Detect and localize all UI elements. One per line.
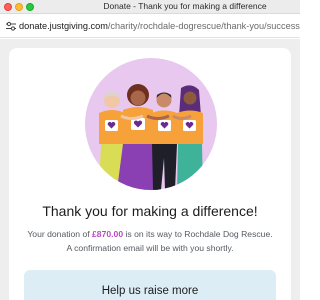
- donation-amount: £870.00: [92, 229, 124, 239]
- help-raise-more-panel: Help us raise more: [24, 270, 276, 300]
- zoom-window-button[interactable]: [26, 3, 34, 11]
- url-host: donate.justgiving.com: [19, 21, 108, 31]
- window-titlebar: Donate - Thank you for making a differen…: [0, 0, 300, 14]
- url-text[interactable]: donate.justgiving.com/charity/rochdale-d…: [19, 20, 304, 32]
- donation-message-start: Your donation of: [27, 229, 93, 239]
- help-raise-more-title: Help us raise more: [101, 285, 199, 297]
- site-settings-icon[interactable]: [5, 20, 17, 32]
- confirmation-headline: Thank you for making a difference!: [42, 203, 258, 219]
- thank-you-illustration: [85, 58, 217, 190]
- confirmation-email-note: A confirmation email will be with you sh…: [66, 243, 234, 253]
- donation-message-end: is on its way to Rochdale Dog Rescue.: [123, 229, 273, 239]
- close-window-button[interactable]: [4, 3, 12, 11]
- url-path: /charity/rochdale-dogrescue/thank-you/su…: [107, 21, 300, 31]
- address-bar[interactable]: donate.justgiving.com/charity/rochdale-d…: [0, 14, 300, 38]
- minimize-window-button[interactable]: [15, 3, 23, 11]
- donation-message: Your donation of £870.00 is on its way t…: [0, 229, 300, 239]
- window-title: Donate - Thank you for making a differen…: [103, 1, 267, 11]
